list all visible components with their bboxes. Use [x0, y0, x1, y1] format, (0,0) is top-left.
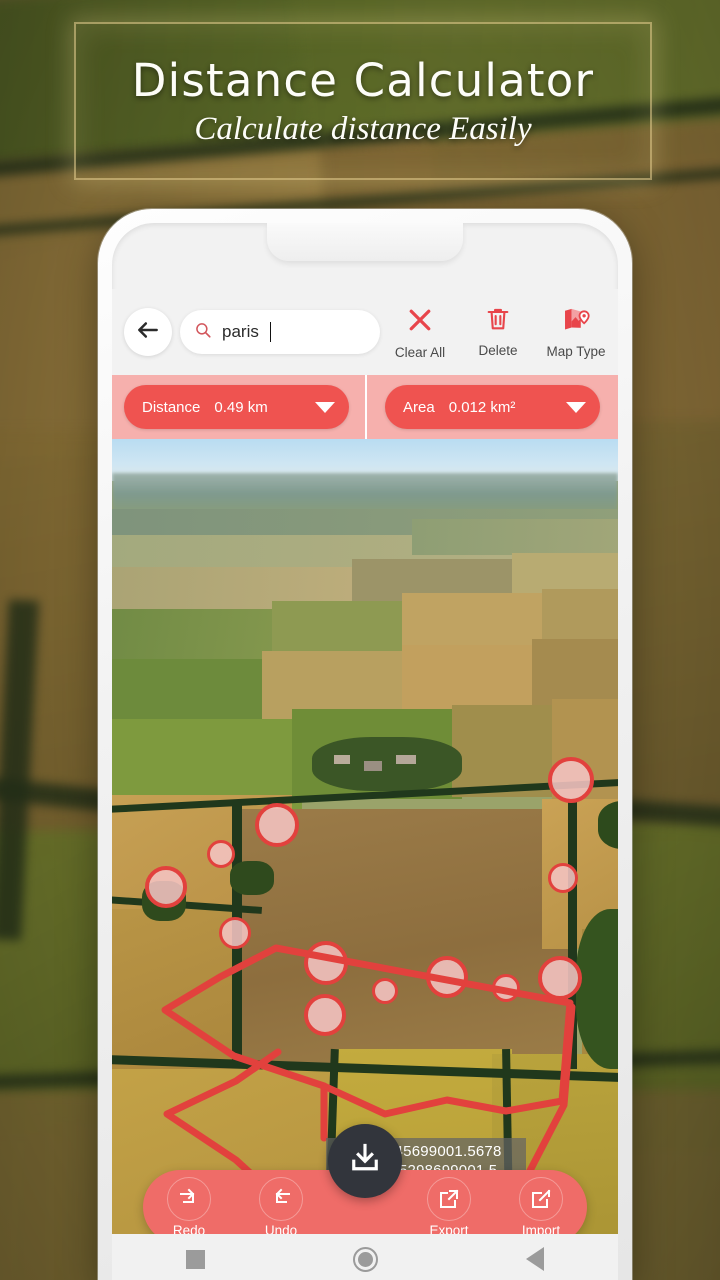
phone-screen: Lng 77345699001.5678 Lat 2.305298699001.…	[112, 223, 618, 1280]
map-type-button[interactable]: Map Type	[544, 305, 608, 359]
distance-chip-label: Distance	[142, 398, 201, 416]
close-x-icon	[405, 305, 435, 340]
area-chip[interactable]: Area 0.012 km²	[385, 385, 600, 429]
export-button[interactable]: Export	[403, 1176, 495, 1238]
android-nav-bar	[112, 1234, 618, 1280]
polygon-vertex[interactable]	[426, 956, 468, 998]
redo-icon	[167, 1176, 211, 1221]
polygon-vertex[interactable]	[255, 803, 299, 847]
polygon-vertex[interactable]	[538, 956, 582, 1000]
download-icon	[347, 1141, 383, 1182]
import-button[interactable]: Import	[495, 1176, 587, 1238]
polygon-vertex[interactable]	[492, 974, 520, 1002]
clear-all-button[interactable]: Clear All	[388, 305, 452, 360]
map-canvas[interactable]: Lng 77345699001.5678 Lat 2.305298699001.…	[112, 439, 618, 1280]
arrow-left-icon	[135, 317, 161, 348]
redo-button[interactable]: Redo	[143, 1176, 235, 1238]
download-fab-button[interactable]	[328, 1124, 402, 1198]
polygon-vertex[interactable]	[304, 994, 346, 1036]
polygon-vertex[interactable]	[145, 866, 187, 908]
polygon-vertex[interactable]	[548, 863, 578, 893]
area-chip-value: 0.012 km²	[448, 398, 516, 416]
undo-icon	[259, 1176, 303, 1221]
triangle-back-icon[interactable]	[526, 1247, 544, 1271]
undo-button[interactable]: Undo	[235, 1176, 327, 1238]
delete-button[interactable]: Delete	[466, 305, 530, 358]
search-input-value: paris	[222, 322, 259, 341]
measure-chips-row: Distance 0.49 km Area 0.012 km²	[112, 375, 618, 439]
back-button[interactable]	[124, 308, 172, 356]
app-bar-actions: Clear All Delete Map Type	[388, 305, 610, 360]
polygon-vertex[interactable]	[304, 941, 348, 985]
phone-frame: Lng 77345699001.5678 Lat 2.305298699001.…	[98, 209, 632, 1280]
text-caret	[269, 322, 272, 342]
polygon-vertex[interactable]	[207, 840, 235, 868]
import-icon	[519, 1176, 563, 1221]
delete-label: Delete	[478, 342, 518, 358]
distance-chip[interactable]: Distance 0.49 km	[124, 385, 349, 429]
square-icon[interactable]	[186, 1249, 205, 1269]
circle-icon[interactable]	[353, 1246, 378, 1272]
app-bar: paris Clear All Delete Map Type	[112, 289, 618, 375]
map-type-icon	[562, 305, 591, 339]
trash-icon	[484, 305, 512, 338]
clear-all-label: Clear All	[394, 344, 446, 360]
polygon-vertex[interactable]	[372, 978, 398, 1004]
search-icon	[194, 321, 212, 344]
polygon-vertex[interactable]	[548, 757, 594, 803]
distance-chip-value: 0.49 km	[214, 398, 268, 416]
area-chip-label: Area	[403, 398, 435, 416]
map-type-label: Map Type	[546, 343, 606, 359]
chevron-down-icon	[315, 401, 335, 413]
chevron-down-icon	[566, 401, 586, 413]
distance-cell: Distance 0.49 km	[112, 375, 365, 439]
export-icon	[427, 1176, 471, 1221]
promo-screenshot: Distance Calculator Calculate distance E…	[0, 0, 720, 1280]
polygon-vertex[interactable]	[219, 917, 251, 949]
search-input[interactable]: paris	[180, 310, 380, 354]
area-cell: Area 0.012 km²	[365, 375, 618, 439]
phone-notch	[267, 223, 463, 261]
